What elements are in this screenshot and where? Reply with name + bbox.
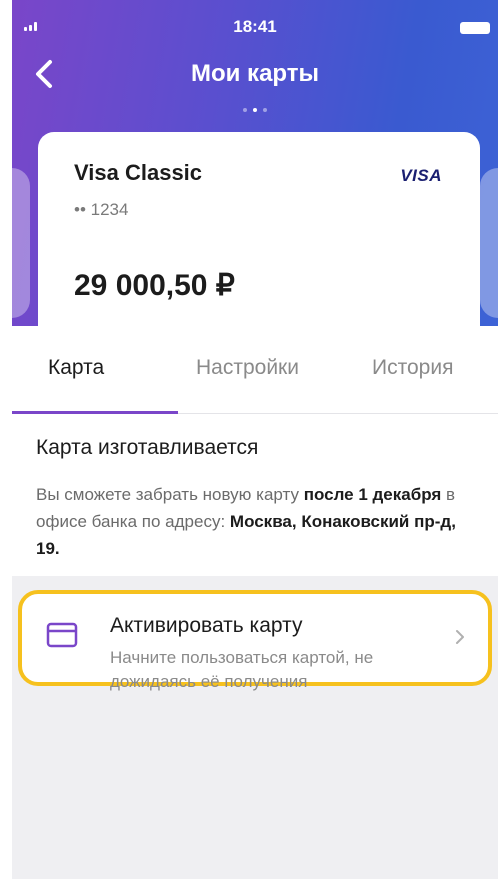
app-screen: 18:41 Мои карты Visa Classic VISA •• 123…	[12, 0, 498, 879]
card-status-title: Карта изготавливается	[36, 436, 259, 459]
tab-bar: Карта Настройки История	[12, 326, 498, 414]
status-time: 18:41	[233, 17, 277, 36]
activate-subtitle: Начните пользоваться картой, не дожидаяс…	[110, 648, 374, 691]
previous-card-peek[interactable]	[12, 168, 30, 318]
carousel-pager	[12, 108, 498, 112]
tab-history[interactable]: История	[372, 356, 453, 380]
status-bar: 18:41	[12, 0, 498, 50]
card-icon	[46, 622, 78, 648]
pager-dot	[263, 108, 267, 112]
card-balance: 29 000,50 ₽	[74, 269, 235, 302]
status-text-part: Вы сможете забрать новую карту	[36, 485, 304, 504]
card-name: Visa Classic	[74, 160, 203, 185]
visa-logo: VISA	[400, 166, 442, 185]
activate-card-button[interactable]: Активировать карту Начните пользоваться …	[18, 590, 492, 691]
card-details-sheet: Карта Настройки История Карта изготавлив…	[12, 326, 498, 576]
activate-title: Активировать карту	[110, 614, 303, 637]
page-title: Мои карты	[190, 60, 320, 87]
card-status-text: Вы сможете забрать новую карту после 1 д…	[36, 481, 476, 562]
bank-card[interactable]: Visa Classic VISA •• 1234 29 000,50 ₽	[38, 132, 480, 342]
status-date: после 1 декабря	[303, 485, 442, 504]
tab-settings[interactable]: Настройки	[196, 356, 299, 380]
active-tab-indicator	[12, 411, 178, 414]
card-number: •• 1234	[74, 200, 129, 219]
pager-dot-active	[253, 108, 257, 112]
tab-card[interactable]: Карта	[48, 356, 104, 380]
chevron-right-icon	[456, 630, 464, 644]
pager-dot	[243, 108, 247, 112]
next-card-peek[interactable]	[480, 168, 498, 318]
battery-icon	[460, 22, 490, 34]
